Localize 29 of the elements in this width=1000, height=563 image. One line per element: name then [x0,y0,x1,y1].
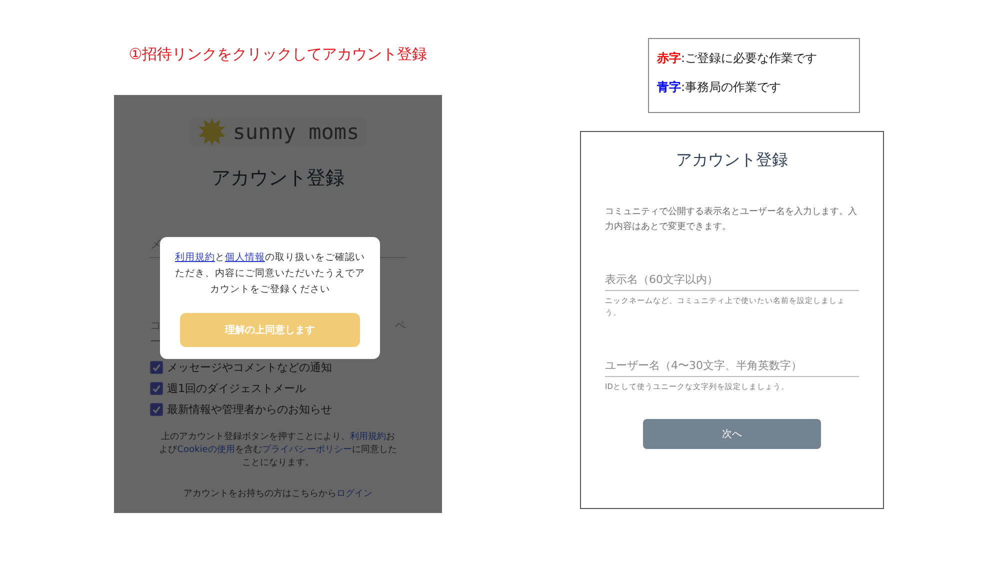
checkbox[interactable] [150,403,163,416]
next-button[interactable]: 次へ [643,419,821,449]
logo-text: sunny moms [232,120,360,144]
checkbox-label: 最新情報や管理者からのお知らせ [167,402,332,417]
link[interactable]: Cookieの使用 [177,445,235,455]
link[interactable]: プライバシーポリシー [262,445,352,455]
legend-text: :ご登録に必要な作業です [681,51,818,65]
login-text: アカウントをお持ちの方はこちらから ログイン [184,488,372,501]
legend-text: :事務局の作業です [681,80,782,94]
sun-icon [196,117,227,147]
legend-key: 青字 [657,80,681,94]
checkbox[interactable] [150,361,163,374]
input-field[interactable]: ユーザー名（4〜30文字、半角英数字） [605,357,859,377]
screen-title: アカウント登録 [212,166,344,191]
checkbox-label: メッセージやコメントなどの通知 [167,360,332,375]
link[interactable]: 利用規約 [175,252,215,263]
terms-text: 上のアカウント登録ボタンを押すことにより、利用規約およびCookieの使用 を含むプライバシーポリシーに同意したことになります。 [158,431,398,470]
consent-message: 利用規約 と 個人情報の取り扱いをご確認いただき、内容にご同意いただいたうえでアカウントをご登録ください [175,251,365,297]
link[interactable]: 個人情報 [225,252,265,263]
checkbox[interactable] [150,382,163,395]
link[interactable]: ログイン [336,489,372,499]
input-field[interactable]: 表示名（60文字以内） [605,271,859,291]
screen-title: アカウント登録 [676,150,788,171]
link[interactable]: 利用規約 [350,432,386,442]
agree-button[interactable]: 理解の上同意します [180,313,360,347]
step-caption: ①招待リンクをクリックしてアカウント登録 [128,45,428,65]
legend-key: 赤字 [657,51,681,65]
checkbox-label: 週1回のダイジェストメール [167,381,306,396]
description-text: コミュニティで公開する表示名とユーザー名を入力します。入力内容はあとで変更できます。 [605,206,858,234]
